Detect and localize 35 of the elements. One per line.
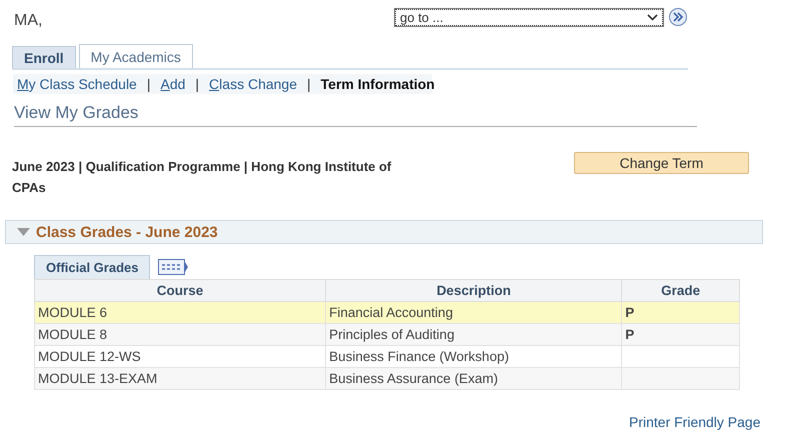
- table-cell: MODULE 6: [34, 302, 326, 324]
- page-title: View My Grades: [14, 103, 697, 127]
- column-header: Course: [34, 280, 326, 302]
- table-cell: MODULE 13-EXAM: [34, 368, 326, 390]
- column-header: Description: [326, 280, 622, 302]
- table-cell: Business Assurance (Exam): [326, 368, 622, 390]
- section-header[interactable]: Class Grades - June 2023: [5, 220, 763, 244]
- chevron-icon: [647, 14, 658, 20]
- nav-link[interactable]: Class Change: [209, 76, 297, 92]
- table-cell: Business Finance (Workshop): [326, 346, 622, 368]
- columns-icon[interactable]: [158, 259, 188, 275]
- nav-link[interactable]: My Class Schedule: [17, 76, 137, 92]
- go-button[interactable]: [669, 8, 687, 26]
- tab[interactable]: My Academics: [78, 44, 193, 68]
- column-header: Grade: [622, 280, 740, 302]
- separator: |: [195, 76, 200, 92]
- separator: |: [307, 76, 311, 92]
- printer-friendly-link[interactable]: Printer Friendly Page: [629, 414, 761, 430]
- double-chevron-icon: [672, 12, 684, 22]
- table-cell: Financial Accounting: [326, 302, 622, 324]
- table-cell: MODULE 8: [34, 324, 326, 346]
- change-term-button[interactable]: Change Term: [574, 152, 749, 174]
- nav-link[interactable]: Add: [160, 76, 186, 92]
- nav-link[interactable]: Term Information: [320, 76, 435, 92]
- term-info: June 2023 | Qualification Programme | Hong Kong Institute of CPAs: [12, 158, 392, 197]
- user-name: MA,: [14, 12, 44, 30]
- table-cell: Principles of Auditing: [326, 324, 622, 346]
- grid-tab[interactable]: Official Grades: [34, 255, 150, 279]
- tab[interactable]: Enroll: [12, 46, 76, 68]
- table-cell: P: [622, 302, 740, 324]
- goto-dropdown[interactable]: go to ...: [395, 8, 663, 26]
- table-cell: MODULE 12-WS: [34, 346, 326, 368]
- table-cell: P: [622, 324, 740, 346]
- separator: |: [146, 76, 150, 92]
- section-title: Class Grades - June 2023: [36, 224, 218, 240]
